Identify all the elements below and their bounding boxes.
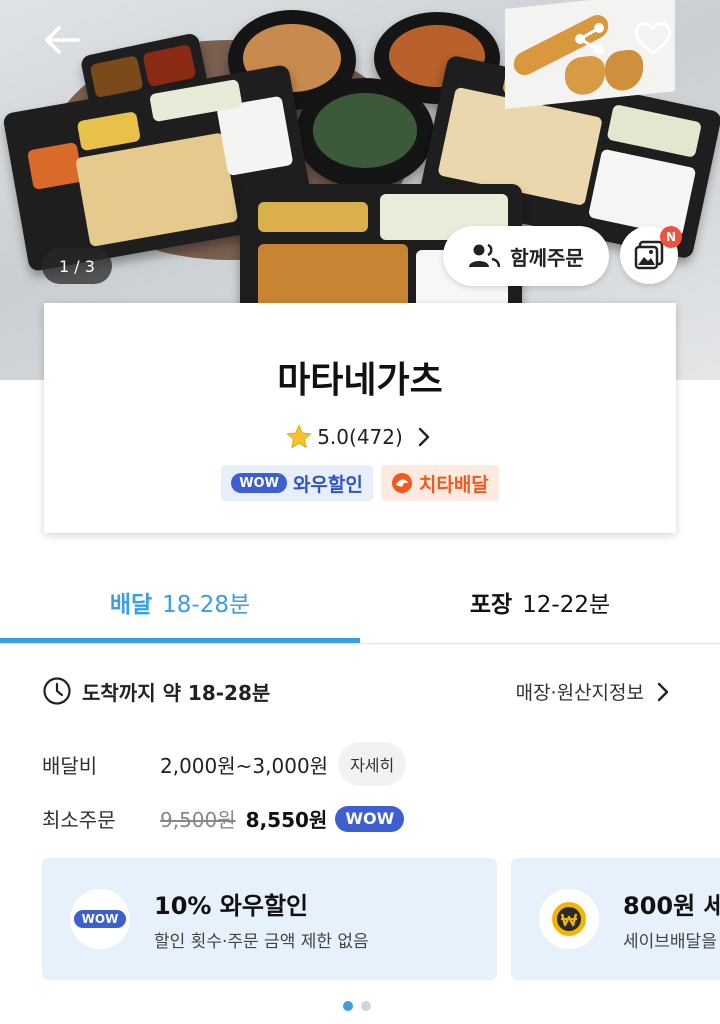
wow-badge: WOW: [335, 805, 405, 832]
arrival-time: 도착까지 약 18-28분: [42, 676, 270, 706]
tab-takeout-label: 포장: [469, 591, 513, 618]
people-icon: [469, 243, 501, 268]
delivery-fee-detail-button[interactable]: 자세히: [338, 742, 407, 786]
store-origin-info-label: 매장·원산지정보: [515, 682, 644, 704]
tab-delivery-label: 배달: [109, 591, 153, 618]
cheetah-delivery-label: 치타배달: [418, 473, 489, 496]
wow-badge: WOW: [231, 473, 287, 493]
save-delivery-icon: [539, 889, 599, 949]
wow-discount-label: 와우할인: [292, 473, 363, 496]
promo-card-wow[interactable]: WOW 10% 와우할인 할인 횟수·주문 금액 제한 없음: [42, 858, 497, 980]
promo-card-save-delivery[interactable]: 800원 세 세이브배달을: [511, 858, 720, 980]
store-info-card: 마타네가츠 5.0(472) WOW 와우할인 치타배달: [44, 303, 676, 533]
wow-badge: WOW: [73, 910, 127, 928]
tab-delivery[interactable]: 배달 18-28분: [0, 560, 360, 643]
min-order-original-price: 9,500원: [160, 808, 236, 832]
wow-icon: WOW: [70, 889, 130, 949]
back-arrow-icon: [45, 26, 80, 54]
image-counter: 1 / 3: [42, 248, 112, 284]
promo-subtitle: 할인 횟수·주문 금액 제한 없음: [154, 932, 369, 952]
pagination-dot[interactable]: [361, 1001, 371, 1011]
cold-noodle-bowl: [296, 78, 434, 188]
promo-title: 800원 세: [623, 892, 720, 920]
delivery-type-tabs: 배달 18-28분 포장 12-22분: [0, 560, 720, 644]
delivery-fee-row: 배달비 2,000원~3,000원 자세히: [42, 742, 407, 786]
promo-subtitle: 세이브배달을: [623, 932, 717, 952]
delivery-fee-label: 배달비: [42, 753, 98, 778]
min-order-label: 최소주문: [42, 808, 116, 832]
group-order-label: 함께주문: [510, 245, 584, 270]
share-icon: [575, 23, 604, 55]
cheetah-icon: [391, 473, 412, 493]
new-badge: N: [660, 226, 682, 248]
min-order-discount-price: 8,550원: [245, 808, 328, 832]
photo-icon: [634, 240, 664, 270]
group-order-button[interactable]: 함께주문: [443, 226, 609, 286]
chevron-right-icon: [657, 682, 669, 701]
tab-delivery-time: 18-28분: [162, 591, 251, 618]
back-button[interactable]: [40, 20, 84, 60]
wow-discount-tag: WOW 와우할인: [221, 465, 373, 501]
promo-pagination: [343, 1001, 371, 1011]
store-origin-info-link[interactable]: 매장·원산지정보: [516, 678, 672, 705]
star-icon: [286, 424, 312, 449]
heart-icon: [634, 22, 672, 55]
chevron-right-icon: [418, 427, 429, 447]
min-order-row: 최소주문 9,500원 8,550원 WOW: [42, 804, 405, 833]
promo-title: 10% 와우할인: [154, 892, 309, 920]
store-name: 마타네가츠: [277, 360, 443, 401]
delivery-fee-value: 2,000원~3,000원: [160, 753, 329, 778]
store-rating[interactable]: 5.0(472): [44, 423, 676, 451]
active-tab-indicator: [0, 638, 360, 643]
clock-icon: [43, 677, 71, 705]
cheetah-delivery-tag: 치타배달: [380, 465, 499, 501]
rating-value: 5.0(472): [317, 425, 403, 449]
coin-icon: [552, 902, 586, 936]
favorite-button[interactable]: [630, 16, 676, 60]
arrival-time-text: 도착까지 약 18-28분: [82, 680, 271, 705]
share-button[interactable]: [570, 18, 610, 60]
tab-takeout-time: 12-22분: [522, 591, 611, 618]
tab-takeout[interactable]: 포장 12-22분: [360, 560, 720, 643]
pagination-dot[interactable]: [343, 1001, 353, 1011]
store-tags: WOW 와우할인 치타배달: [44, 465, 676, 501]
